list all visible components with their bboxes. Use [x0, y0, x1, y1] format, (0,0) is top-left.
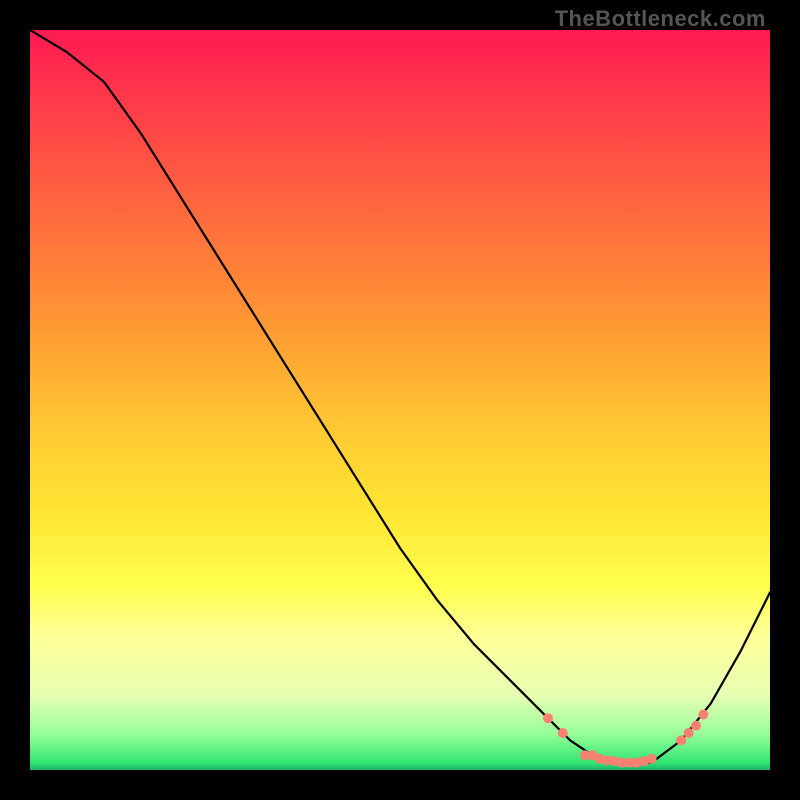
marker-dot: [647, 754, 657, 764]
chart-svg: [30, 30, 770, 770]
marker-dot: [558, 728, 568, 738]
marker-dot: [698, 710, 708, 720]
marker-dot: [543, 713, 553, 723]
marker-dot: [691, 721, 701, 731]
marker-dot: [684, 728, 694, 738]
chart-frame: [30, 30, 770, 770]
bottleneck-curve: [30, 30, 770, 763]
marker-dot: [676, 735, 686, 745]
watermark-text: TheBottleneck.com: [555, 6, 766, 32]
